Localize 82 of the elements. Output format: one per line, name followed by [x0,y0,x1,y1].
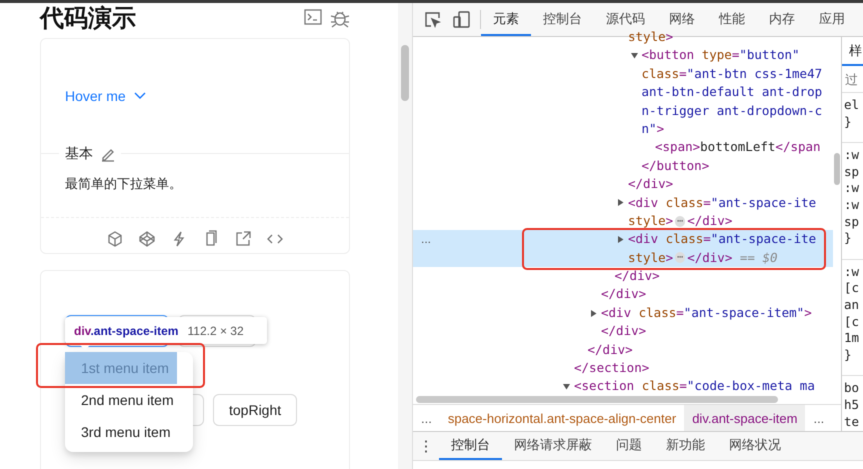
gutter-marker: ... [421,231,432,248]
collapsed-arrow-icon[interactable] [590,310,597,317]
collapsed-arrow-icon[interactable] [617,199,624,206]
devtools-tab[interactable]: 内存 [757,3,807,36]
code-text: </button> [642,156,710,175]
style-rule-text: an [844,296,860,314]
element-size: 112.2 × 32 [187,324,244,338]
breadcrumb[interactable]: ... [805,405,832,431]
code-text: style> [628,28,674,46]
code-text: <div class="ant-space-item"> [601,304,812,322]
style-rule-text: te [844,414,860,430]
style-rule-text: el [844,97,860,114]
drawer-tab[interactable]: 网络请求屏蔽 [502,432,604,460]
style-rule-text: :w [844,147,860,164]
code-text: style> [628,248,674,267]
style-rule-text: } [844,114,853,130]
style-rule-text: 1m [844,330,860,347]
style-rule-text: :w [844,180,860,197]
code-text: </section> [574,359,650,378]
drawer-tab[interactable]: 网络状况 [717,432,793,460]
chevron-down-icon [134,92,146,100]
element-selector: div.ant-space-item [74,324,178,338]
styles-tab[interactable]: 样 [842,37,863,66]
code-text: <div class="ant-space-ite [628,194,816,212]
style-rule-text: sp [844,214,860,230]
breadcrumb[interactable]: div.ant-space-item [684,405,806,431]
filter-field[interactable]: 过 [845,72,863,86]
selected-node-highlight[interactable]: <div class="ant-space-ite style> ⋯ </div> == $0 ... [413,230,833,268]
code-text: class="ant-btn css-1me47 [642,64,822,83]
hover-dropdown-link[interactable]: Hover me [65,88,146,104]
code-text: <button type="button" [642,46,800,64]
drawer-menu-button[interactable]: ⋮ [413,432,439,460]
expanded-arrow-icon[interactable] [563,383,570,390]
code-text: </div> [628,175,674,194]
page-title: 代码演示 [40,4,137,34]
code-text: </div> [614,267,660,286]
style-rule-text: bo [844,380,860,397]
expanded-arrow-icon[interactable] [630,52,638,60]
code-text: </div> [601,322,646,340]
ellipsis-badge[interactable]: ⋯ [675,252,686,264]
pencil-icon[interactable] [100,146,115,162]
devtools-tab[interactable]: 应用 [807,3,857,36]
external-link-icon[interactable] [234,230,252,248]
code-text: n"> [642,120,664,138]
style-rule-text: [c [844,314,860,330]
terminal-icon[interactable] [304,8,322,26]
inspect-cursor-icon[interactable] [424,11,441,28]
code-text: </div> == $0 [687,248,778,267]
code-text: <section class="code-box-meta ma [574,377,815,395]
diamond-grid-icon[interactable] [138,230,156,248]
ellipsis-badge[interactable]: ⋯ [675,216,686,227]
code-text: ant-btn-default ant-drop [642,83,822,102]
placement-button[interactable]: topRight [213,394,298,426]
page-scrollbar[interactable] [398,3,413,469]
code-text: style> [628,212,674,230]
drawer-tab[interactable]: 新功能 [654,432,717,460]
section-title: 基本 [65,145,93,163]
description-text: 最简单的下拉菜单。 [64,175,183,193]
devtools-tab[interactable]: 控制台 [531,3,594,36]
drawer-tab[interactable]: 问题 [604,432,654,460]
menu-item[interactable]: 3rd menu item [65,416,177,448]
style-rule-text: } [844,230,853,247]
style-rule-text: h5 [844,396,860,414]
code-text: </div> [601,285,646,304]
code-text: </div> [588,340,633,359]
breadcrumb[interactable]: space-horizontal.ant-space-align-center [440,405,684,431]
menu-item[interactable]: 2nd menu item [65,384,177,416]
code-text: n-trigger ant-dropdown-c [642,102,822,120]
collapsed-arrow-icon[interactable] [617,236,624,243]
code-text: </div> [687,212,732,230]
style-rule-text: [c [844,280,860,297]
style-rule-text: sp [844,164,860,180]
devtools-tab[interactable]: 元素 [481,3,531,36]
code-text: <div class="ant-space-ite [628,230,816,248]
cube-icon[interactable] [106,230,124,248]
code-text: <span>bottomLeft</span [655,138,821,156]
device-icon[interactable] [453,11,470,28]
breadcrumb[interactable]: ... [413,405,440,431]
style-rule-text: :w [844,196,860,214]
style-rule-text: :w [844,264,860,280]
style-rule-text: } [844,346,853,364]
devtools-tab[interactable]: 性能 [707,3,757,36]
